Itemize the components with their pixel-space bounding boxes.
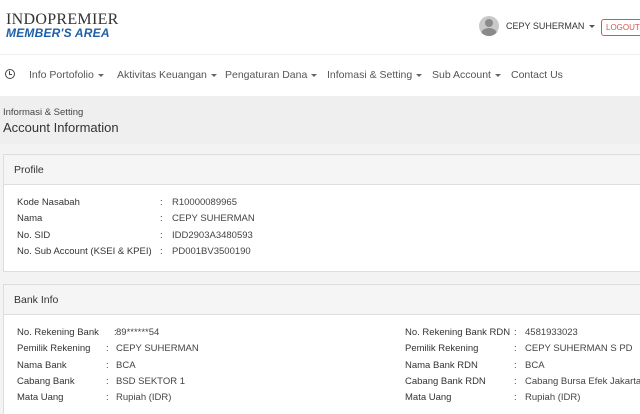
- profile-panel: Profile Kode Nasabah : R10000089965 Nama…: [3, 154, 640, 272]
- colon: :: [514, 360, 517, 371]
- nav-item-label: Contact Us: [511, 69, 563, 81]
- colon: :: [160, 246, 163, 257]
- logout-button[interactable]: LOGOUT: [601, 19, 640, 36]
- top-header: INDOPREMIER MEMBER'S AREA CEPY SUHERMAN …: [0, 0, 640, 54]
- chevron-down-icon: [416, 73, 423, 77]
- field-value: BCA: [116, 360, 136, 371]
- chevron-down-icon: [589, 24, 596, 28]
- panel-title: Bank Info: [4, 285, 640, 315]
- field-label: Nama Bank: [17, 360, 67, 371]
- user-menu[interactable]: CEPY SUHERMAN: [479, 16, 596, 36]
- logo-bottom-text: MEMBER'S AREA: [6, 26, 110, 40]
- field-label: Cabang Bank RDN: [405, 376, 486, 387]
- colon: :: [106, 376, 109, 387]
- nav-item-label: Pengaturan Dana: [225, 69, 308, 81]
- field-value: 4581933023: [525, 327, 578, 338]
- nav-item-label: Aktivitas Keuangan: [117, 69, 207, 81]
- field-label: Kode Nasabah: [17, 197, 80, 208]
- field-label: Mata Uang: [405, 392, 452, 403]
- field-label: Nama: [17, 213, 43, 224]
- panel-title: Profile: [4, 155, 640, 185]
- field-value: R10000089965: [172, 197, 237, 208]
- colon: :: [514, 327, 517, 338]
- field-value: Cabang Bursa Efek Jakarta: [525, 376, 640, 387]
- nav-item-label: Infomasi & Setting: [327, 69, 413, 81]
- nav-pengaturan-dana[interactable]: Pengaturan Dana: [225, 69, 318, 81]
- field-value: BSD SEKTOR 1: [116, 376, 185, 387]
- page-title: Account Information: [3, 120, 119, 135]
- field-label: No. SID: [17, 230, 51, 241]
- bank-info-panel: Bank Info No. Rekening Bank : 89******54…: [3, 284, 640, 414]
- field-label: Pemilik Rekening: [405, 343, 479, 354]
- field-value: BCA: [525, 360, 545, 371]
- chevron-down-icon: [210, 73, 217, 77]
- colon: :: [106, 392, 109, 403]
- user-name: CEPY SUHERMAN: [506, 21, 585, 31]
- nav-aktivitas-keuangan[interactable]: Aktivitas Keuangan: [117, 69, 217, 81]
- field-value: CEPY SUHERMAN: [172, 213, 255, 224]
- colon: :: [160, 230, 163, 241]
- page-header: Informasi & Setting Account Information: [0, 96, 640, 144]
- field-value: Rupiah (IDR): [525, 392, 581, 403]
- clock-icon[interactable]: [5, 69, 15, 79]
- field-value: IDD2903A3480593: [172, 230, 253, 241]
- colon: :: [106, 343, 109, 354]
- field-label: Cabang Bank: [17, 376, 75, 387]
- colon: :: [160, 213, 163, 224]
- logo-top-text: INDOPREMIER: [6, 11, 119, 28]
- field-label: No. Rekening Bank: [17, 327, 99, 338]
- field-label: No. Sub Account (KSEI & KPEI): [17, 246, 152, 257]
- avatar: [479, 16, 499, 36]
- nav-info-portofolio[interactable]: Info Portofolio: [29, 69, 104, 81]
- nav-sub-account[interactable]: Sub Account: [432, 69, 501, 81]
- indopremier-logo[interactable]: INDOPREMIER MEMBER'S AREA: [6, 11, 119, 40]
- main-nav: Info Portofolio Aktivitas Keuangan Penga…: [0, 54, 640, 96]
- field-value: CEPY SUHERMAN S PD: [525, 343, 633, 354]
- field-value: PD001BV3500190: [172, 246, 251, 257]
- field-label: Mata Uang: [17, 392, 64, 403]
- field-value: CEPY SUHERMAN: [116, 343, 199, 354]
- chevron-down-icon: [311, 73, 318, 77]
- nav-contact-us[interactable]: Contact Us: [511, 69, 563, 81]
- colon: :: [106, 360, 109, 371]
- field-label: No. Rekening Bank RDN: [405, 327, 511, 338]
- colon: :: [514, 343, 517, 354]
- field-value: Rupiah (IDR): [116, 392, 172, 403]
- nav-infomasi-setting[interactable]: Infomasi & Setting: [327, 69, 423, 81]
- field-value: 89******54: [116, 327, 160, 338]
- nav-item-label: Sub Account: [432, 69, 491, 81]
- breadcrumb: Informasi & Setting: [3, 107, 84, 118]
- field-label: Pemilik Rekening: [17, 343, 91, 354]
- colon: :: [514, 392, 517, 403]
- chevron-down-icon: [494, 73, 501, 77]
- colon: :: [160, 197, 163, 208]
- chevron-down-icon: [97, 73, 104, 77]
- colon: :: [514, 376, 517, 387]
- nav-item-label: Info Portofolio: [29, 69, 94, 81]
- field-label: Nama Bank RDN: [405, 360, 478, 371]
